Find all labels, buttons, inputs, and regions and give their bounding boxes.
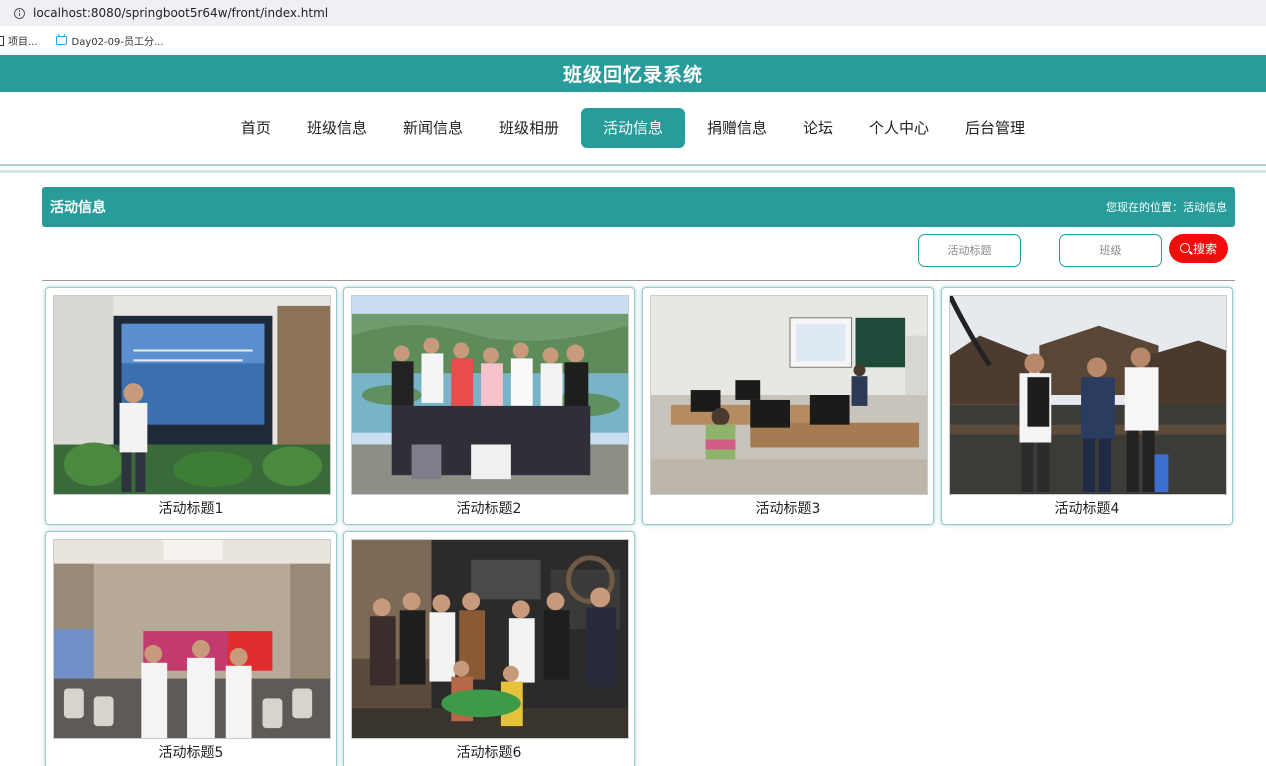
- content-divider: [42, 280, 1235, 281]
- activity-photo: [650, 295, 928, 495]
- activity-card[interactable]: 活动标题2: [343, 287, 635, 525]
- nav-divider: [0, 164, 1266, 166]
- activity-card[interactable]: 活动标题6: [343, 531, 635, 766]
- nav-item-home[interactable]: 首页: [223, 108, 289, 148]
- class-input[interactable]: [1059, 234, 1162, 267]
- nav-item-admin[interactable]: 后台管理: [947, 108, 1043, 148]
- site-info-icon[interactable]: [14, 7, 25, 19]
- activity-card[interactable]: 活动标题4: [941, 287, 1233, 525]
- section-title: 活动信息: [50, 200, 106, 216]
- bookmark-item[interactable]: 项目...: [0, 33, 38, 48]
- activity-title: 活动标题4: [1054, 501, 1120, 517]
- search-button-label: 搜索: [1192, 242, 1217, 256]
- search-button[interactable]: 搜索: [1169, 234, 1228, 263]
- activity-title: 活动标题2: [456, 501, 522, 517]
- activity-title: 活动标题5: [158, 745, 224, 761]
- nav-item-news[interactable]: 新闻信息: [385, 108, 481, 148]
- bilibili-icon: [55, 36, 67, 45]
- activity-title-input[interactable]: [918, 234, 1021, 267]
- nav-item-activities[interactable]: 活动信息: [580, 108, 685, 148]
- nav-item-album[interactable]: 班级相册: [481, 108, 577, 148]
- nav-divider: [0, 170, 1266, 173]
- nav-item-profile[interactable]: 个人中心: [851, 108, 947, 148]
- section-header: 活动信息 您现在的位置：活动信息: [42, 187, 1235, 227]
- activity-title: 活动标题3: [755, 501, 821, 517]
- activity-photo: [53, 539, 331, 739]
- activity-title: 活动标题6: [456, 745, 522, 761]
- search-icon: [1179, 242, 1190, 253]
- activity-photo: [949, 295, 1227, 495]
- breadcrumb: 您现在的位置：活动信息: [1106, 201, 1227, 214]
- activity-card[interactable]: 活动标题5: [45, 531, 337, 766]
- bookmarks-bar: 项目... Day02-09-员工分...: [0, 26, 1266, 55]
- nav-item-class-info[interactable]: 班级信息: [289, 108, 385, 148]
- activity-title: 活动标题1: [158, 501, 224, 517]
- site-title: 班级回忆录系统: [562, 64, 703, 86]
- site-header: 班级回忆录系统: [0, 55, 1266, 92]
- nav-item-forum[interactable]: 论坛: [785, 108, 851, 148]
- activity-photo: [53, 295, 331, 495]
- activity-photo: [351, 295, 629, 495]
- browser-url-bar[interactable]: localhost:8080/springboot5r64w/front/ind…: [0, 0, 1266, 26]
- bookmark-item[interactable]: Day02-09-员工分...: [55, 33, 164, 48]
- bookmark-label: Day02-09-员工分...: [71, 37, 164, 48]
- activity-card[interactable]: 活动标题1: [45, 287, 337, 525]
- url-text[interactable]: localhost:8080/springboot5r64w/front/ind…: [33, 6, 328, 20]
- search-row: 搜索: [0, 234, 1266, 268]
- bookmark-folder-icon: [0, 35, 4, 46]
- activity-card[interactable]: 活动标题3: [642, 287, 934, 525]
- main-nav: 首页 班级信息 新闻信息 班级相册 活动信息 捐赠信息 论坛 个人中心 后台管理: [0, 92, 1266, 164]
- nav-item-donations[interactable]: 捐赠信息: [689, 108, 785, 148]
- bookmark-label: 项目...: [8, 37, 38, 48]
- activity-photo: [351, 539, 629, 739]
